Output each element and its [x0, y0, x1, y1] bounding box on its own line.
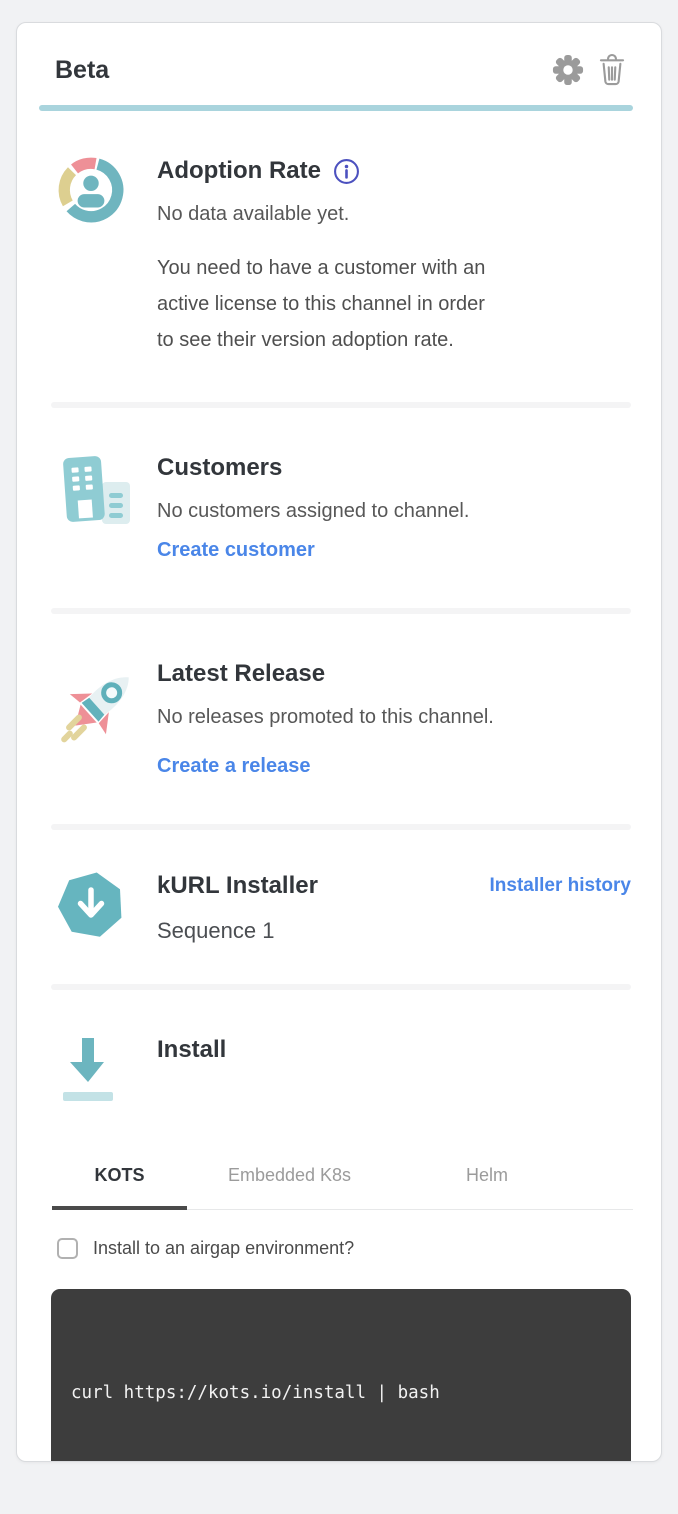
info-icon[interactable]: [333, 158, 360, 185]
latest-release-empty-message: No releases promoted to this channel.: [157, 703, 631, 731]
create-release-link[interactable]: Create a release: [157, 752, 310, 780]
download-icon: [56, 1034, 157, 1119]
install-command-block: curl https://kots.io/install | bash kube…: [51, 1289, 631, 1462]
channel-title: Beta: [55, 54, 109, 86]
kurl-installer-title: kURL Installer: [157, 870, 490, 902]
adoption-rate-title: Adoption Rate: [157, 155, 321, 187]
install-tabs: KOTS Embedded K8s Helm: [52, 1149, 633, 1210]
adoption-rate-empty-message: No data available yet.: [157, 200, 631, 228]
install-section: Install: [17, 990, 661, 1149]
trash-icon[interactable]: [597, 53, 627, 87]
adoption-rate-help-text: You need to have a customer with an acti…: [157, 250, 631, 358]
kurl-installer-section: kURL Installer Sequence 1 Installer hist…: [17, 830, 661, 984]
customers-title: Customers: [157, 452, 631, 484]
tab-embedded-k8s[interactable]: Embedded K8s: [187, 1149, 392, 1209]
airgap-option-row: Install to an airgap environment?: [57, 1238, 631, 1259]
airgap-checkbox[interactable]: [57, 1238, 78, 1259]
installer-sequence: Sequence 1: [157, 916, 490, 946]
adoption-rate-section: Adoption Rate No data available yet. You…: [17, 111, 661, 402]
tab-kots[interactable]: KOTS: [52, 1149, 187, 1210]
airgap-checkbox-label: Install to an airgap environment?: [93, 1238, 354, 1259]
gear-icon[interactable]: [552, 54, 584, 86]
channel-card: Beta: [16, 22, 662, 1462]
channel-card-header: Beta: [17, 23, 661, 105]
kurl-heptagon-download-icon: [56, 870, 157, 945]
buildings-icon: [56, 452, 157, 537]
latest-release-section: Latest Release No releases promoted to t…: [17, 614, 661, 824]
create-customer-link[interactable]: Create customer: [157, 536, 315, 564]
installer-history-link[interactable]: Installer history: [490, 870, 632, 897]
tab-helm[interactable]: Helm: [392, 1149, 582, 1209]
customers-empty-message: No customers assigned to channel.: [157, 497, 631, 525]
header-actions: [552, 53, 627, 87]
command-line-1: curl https://kots.io/install | bash: [71, 1376, 611, 1410]
adoption-rate-donut-icon: [56, 155, 157, 230]
rocket-icon: [56, 658, 157, 758]
latest-release-title: Latest Release: [157, 658, 631, 690]
install-title: Install: [157, 1034, 631, 1066]
customers-section: Customers No customers assigned to chann…: [17, 408, 661, 608]
